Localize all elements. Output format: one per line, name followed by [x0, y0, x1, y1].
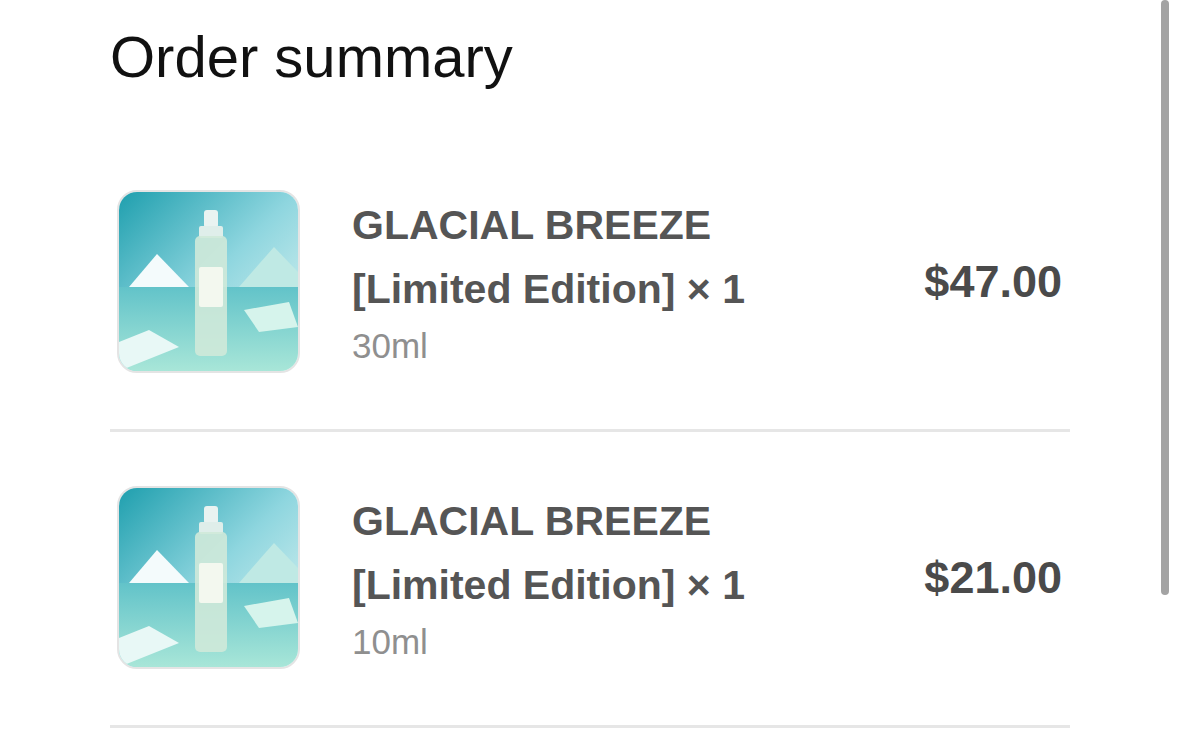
variant: 10ml [352, 617, 852, 667]
order-summary: Order summary GLACIAL BREEZE [Limited Edi… [0, 0, 1070, 728]
item-info: GLACIAL BREEZE [Limited Edition] × 110ml [352, 489, 852, 667]
item-list: GLACIAL BREEZE [Limited Edition] × 130ml… [110, 136, 1070, 728]
price: $21.00 [924, 552, 1070, 604]
order-item: GLACIAL BREEZE [Limited Edition] × 110ml… [110, 432, 1070, 728]
item-title: GLACIAL BREEZE [Limited Edition] × 1 [352, 193, 852, 321]
order-item: GLACIAL BREEZE [Limited Edition] × 130ml… [110, 136, 1070, 432]
item-info: GLACIAL BREEZE [Limited Edition] × 130ml [352, 193, 852, 371]
product-image [117, 190, 300, 373]
scrollbar[interactable] [1161, 0, 1169, 595]
variant: 30ml [352, 321, 852, 371]
quantity: × 1 [687, 266, 745, 312]
quantity: × 1 [687, 562, 745, 608]
header: Order summary [110, 0, 1070, 136]
product-name: GLACIAL BREEZE [Limited Edition] [352, 202, 711, 312]
title: Order summary [110, 22, 1070, 92]
product-image [117, 486, 300, 669]
price: $47.00 [924, 256, 1070, 308]
item-title: GLACIAL BREEZE [Limited Edition] × 1 [352, 489, 852, 617]
product-name: GLACIAL BREEZE [Limited Edition] [352, 498, 711, 608]
